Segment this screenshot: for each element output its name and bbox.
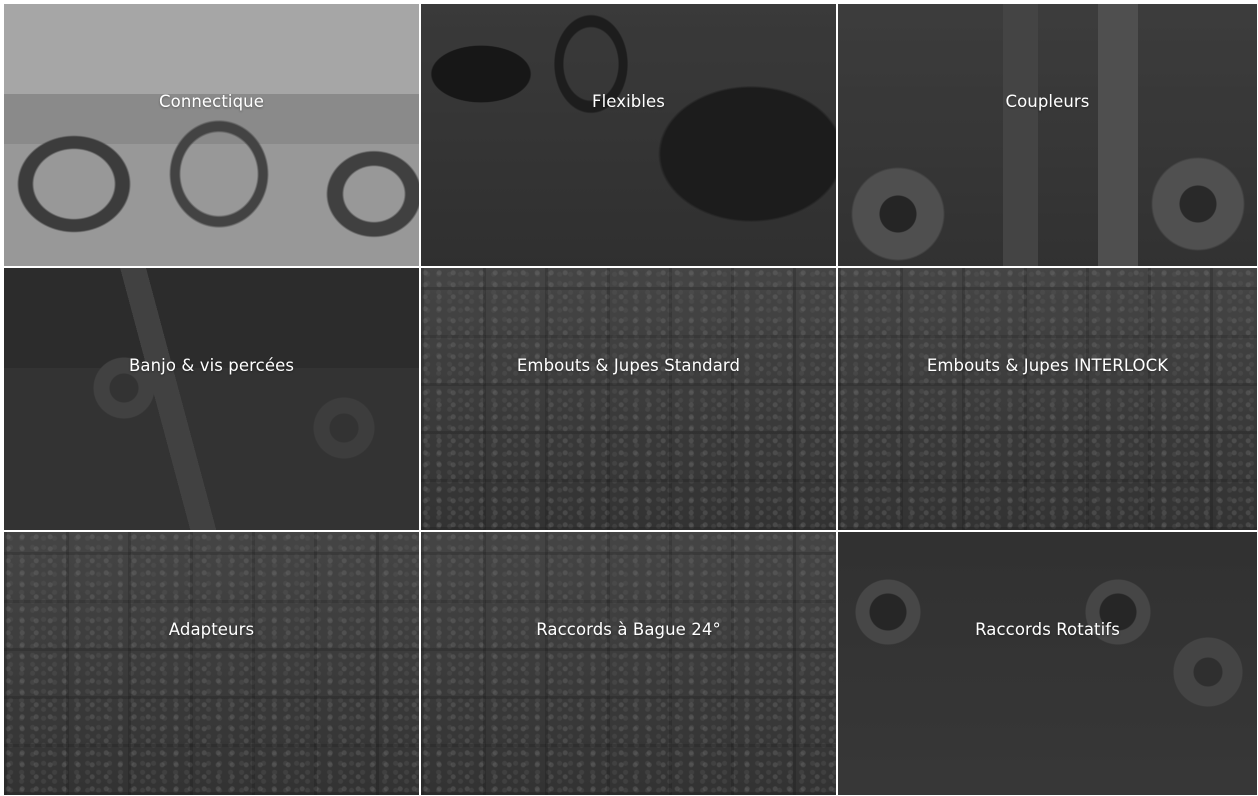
category-grid: Connectique Flexibles Coupleurs Banjo & …	[4, 4, 1257, 795]
category-tile-coupleurs[interactable]: Coupleurs	[838, 4, 1257, 266]
category-tile-banjo[interactable]: Banjo & vis percées	[4, 268, 419, 530]
category-tile-flexibles[interactable]: Flexibles	[421, 4, 836, 266]
category-tile-raccords-bague[interactable]: Raccords à Bague 24°	[421, 532, 836, 795]
category-tile-adapteurs[interactable]: Adapteurs	[4, 532, 419, 795]
category-label: Raccords à Bague 24°	[536, 620, 721, 639]
category-label: Raccords Rotatifs	[975, 620, 1120, 639]
category-label: Embouts & Jupes Standard	[516, 356, 741, 375]
category-label: Embouts & Jupes INTERLOCK	[926, 356, 1169, 375]
category-label: Adapteurs	[168, 620, 255, 639]
category-label: Connectique	[159, 92, 264, 111]
category-label: Coupleurs	[1005, 92, 1090, 111]
category-label: Banjo & vis percées	[128, 356, 295, 375]
category-tile-raccords-rotatifs[interactable]: Raccords Rotatifs	[838, 532, 1257, 795]
category-tile-embouts-interlock[interactable]: Embouts & Jupes INTERLOCK	[838, 268, 1257, 530]
category-tile-embouts-standard[interactable]: Embouts & Jupes Standard	[421, 268, 836, 530]
category-label: Flexibles	[592, 92, 665, 111]
category-tile-connectique[interactable]: Connectique	[4, 4, 419, 266]
